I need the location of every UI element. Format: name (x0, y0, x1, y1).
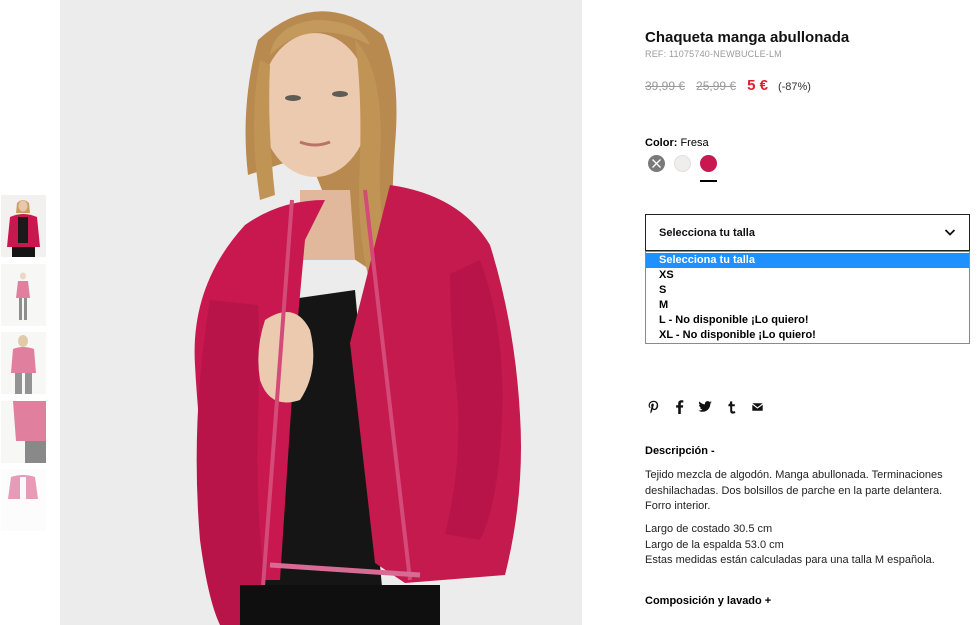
thumbnail-2[interactable] (1, 264, 46, 326)
email-icon[interactable] (749, 399, 765, 415)
color-swatch-grey[interactable] (648, 155, 665, 172)
pinterest-icon[interactable] (645, 399, 661, 415)
twitter-icon[interactable] (697, 399, 713, 415)
color-swatches (648, 155, 748, 185)
price-row: 39,99 € 25,99 € 5 € (-87%) (645, 77, 811, 94)
description-toggle[interactable]: Descripción - (645, 445, 715, 457)
sale-price: 5 € (747, 77, 768, 94)
measurement-side-length: Largo de costado 30.5 cm (645, 523, 773, 535)
product-title: Chaqueta manga abullonada (645, 29, 850, 46)
size-option-xs[interactable]: XS (646, 268, 969, 283)
previous-price: 25,99 € (696, 79, 737, 93)
measurements: Largo de costado 30.5 cm Largo de la esp… (645, 522, 970, 569)
chevron-down-icon (944, 229, 956, 236)
size-option-placeholder[interactable]: Selecciona tu talla (646, 253, 969, 268)
description-text: Tejido mezcla de algodón. Manga abullona… (645, 469, 943, 512)
color-value: Fresa (680, 137, 709, 149)
size-option-xl[interactable]: XL - No disponible ¡Lo quiero! (646, 328, 969, 343)
color-swatch-fresa[interactable] (700, 155, 717, 172)
size-option-s[interactable]: S (646, 283, 969, 298)
measurement-note: Estas medidas están calculadas para una … (645, 554, 935, 566)
measurement-back-length: Largo de la espalda 53.0 cm (645, 538, 784, 551)
color-selector-label: Color: Fresa (645, 137, 709, 149)
discount-badge: (-87%) (777, 81, 811, 93)
product-main-image (60, 0, 582, 625)
selected-color-indicator (700, 180, 717, 182)
color-label: Color: (645, 137, 678, 149)
thumbnail-1[interactable] (1, 195, 46, 257)
color-swatch-white[interactable] (674, 155, 691, 172)
facebook-icon[interactable] (671, 399, 687, 415)
composition-toggle[interactable]: Composición y lavado + (645, 595, 771, 607)
model-photo (60, 0, 582, 625)
thumbnail-5[interactable] (1, 469, 46, 531)
size-dropdown-list: Selecciona tu talla XS S M L - No dispon… (645, 251, 970, 344)
thumbnail-4[interactable] (1, 401, 46, 463)
tumblr-icon[interactable] (723, 399, 739, 415)
original-price: 39,99 € (645, 79, 686, 93)
size-select-value: Selecciona tu talla (659, 227, 755, 239)
size-option-l[interactable]: L - No disponible ¡Lo quiero! (646, 313, 969, 328)
social-share-bar (645, 399, 775, 415)
thumbnail-3[interactable] (1, 332, 46, 394)
unavailable-cross-icon (652, 159, 661, 168)
size-option-m[interactable]: M (646, 298, 969, 313)
product-ref: REF: 11075740-NEWBUCLE-LM (645, 49, 782, 59)
size-select[interactable]: Selecciona tu talla (645, 214, 970, 251)
